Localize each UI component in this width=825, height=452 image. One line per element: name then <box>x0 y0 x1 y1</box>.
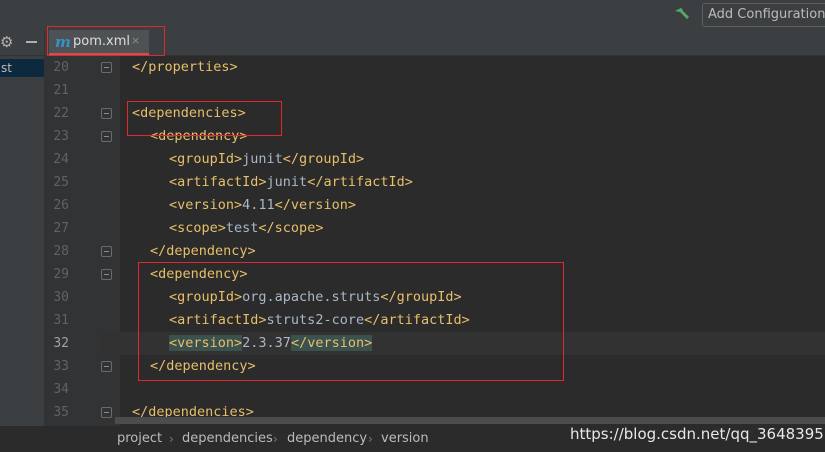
fold-icon[interactable] <box>101 62 112 73</box>
breadcrumb-separator: › <box>169 432 174 446</box>
code-line-current[interactable]: 32 <version>2.3.37</version> <box>53 332 825 355</box>
fold-icon[interactable] <box>101 407 112 418</box>
fold-icon[interactable] <box>101 269 112 280</box>
code-line[interactable]: 24 <groupId>junit</groupId> <box>0 148 825 171</box>
line-content: <dependencies> <box>132 105 246 121</box>
line-number: 28 <box>53 244 69 259</box>
line-content: <groupId>junit</groupId> <box>169 151 365 167</box>
line-number: 33 <box>53 359 69 374</box>
fold-icon[interactable] <box>101 246 112 257</box>
code-line[interactable]: 21 <box>0 79 825 102</box>
line-number: 27 <box>53 221 69 236</box>
breadcrumb-item-version[interactable]: version <box>381 430 429 448</box>
line-content: <version>4.11</version> <box>169 197 356 213</box>
line-number: 23 <box>53 129 69 144</box>
code-line[interactable]: 22 <dependencies> <box>0 102 825 125</box>
code-line[interactable]: 31 <artifactId>struts2-core</artifactId> <box>0 309 825 332</box>
line-content: <dependency> <box>150 128 248 144</box>
tab-label: pom.xml <box>73 34 130 49</box>
line-content: </properties> <box>132 59 238 75</box>
line-number: 26 <box>53 198 69 213</box>
line-content: <dependency> <box>150 266 248 282</box>
code-line[interactable]: 33 </dependency> <box>0 355 825 378</box>
line-number: 21 <box>53 83 69 98</box>
line-content: </dependency> <box>150 243 256 259</box>
line-content: <scope>test</scope> <box>169 220 324 236</box>
line-number: 34 <box>53 382 69 397</box>
line-content: <artifactId>struts2-core</artifactId> <box>169 312 470 328</box>
line-content: <artifactId>junit</artifactId> <box>169 174 413 190</box>
line-number: 30 <box>53 290 69 305</box>
code-line[interactable]: 34 <box>0 378 825 401</box>
tab-pom-xml[interactable]: m pom.xml × <box>49 30 149 56</box>
watermark: https://blog.csdn.net/qq_36483951 <box>570 425 825 443</box>
breadcrumb-separator: › <box>273 432 278 446</box>
fold-icon[interactable] <box>101 361 112 372</box>
line-number: 31 <box>53 313 69 328</box>
code-line[interactable]: 30 <groupId>org.apache.struts</groupId> <box>0 286 825 309</box>
code-line[interactable]: 27 <scope>test</scope> <box>0 217 825 240</box>
code-line[interactable]: 26 <version>4.11</version> <box>0 194 825 217</box>
line-content: <version>2.3.37</version> <box>169 335 373 351</box>
code-line[interactable]: 20 </properties> <box>0 56 825 79</box>
close-icon[interactable]: × <box>131 34 140 47</box>
minimize-icon[interactable] <box>26 41 37 43</box>
line-number: 20 <box>53 60 69 75</box>
code-line[interactable]: 28 </dependency> <box>0 240 825 263</box>
gear-icon[interactable]: ⚙ <box>0 34 14 50</box>
line-content: </dependency> <box>150 358 256 374</box>
fold-icon[interactable] <box>101 108 112 119</box>
fold-icon[interactable] <box>101 131 112 142</box>
line-number: 24 <box>53 152 69 167</box>
breadcrumb-item-dependencies[interactable]: dependencies <box>182 430 273 448</box>
code-line[interactable]: 29 <dependency> <box>0 263 825 286</box>
add-configuration-button[interactable]: Add Configuration... <box>702 3 825 27</box>
line-number: 29 <box>53 267 69 282</box>
breadcrumb-item-project[interactable]: project <box>117 430 162 448</box>
breadcrumb-separator: › <box>368 432 373 446</box>
top-toolbar: Add Configuration... <box>0 0 825 30</box>
horizontal-scrollbar[interactable] <box>115 417 825 424</box>
line-number: 35 <box>53 405 69 420</box>
maven-file-icon: m <box>55 33 71 51</box>
hammer-icon[interactable] <box>672 5 692 25</box>
line-number: 22 <box>53 106 69 121</box>
breadcrumb-item-dependency[interactable]: dependency <box>287 430 367 448</box>
code-line[interactable]: 23 <dependency> <box>0 125 825 148</box>
line-content: <groupId>org.apache.struts</groupId> <box>169 289 462 305</box>
line-number: 32 <box>53 336 69 351</box>
code-line[interactable]: 25 <artifactId>junit</artifactId> <box>0 171 825 194</box>
line-number: 25 <box>53 175 69 190</box>
